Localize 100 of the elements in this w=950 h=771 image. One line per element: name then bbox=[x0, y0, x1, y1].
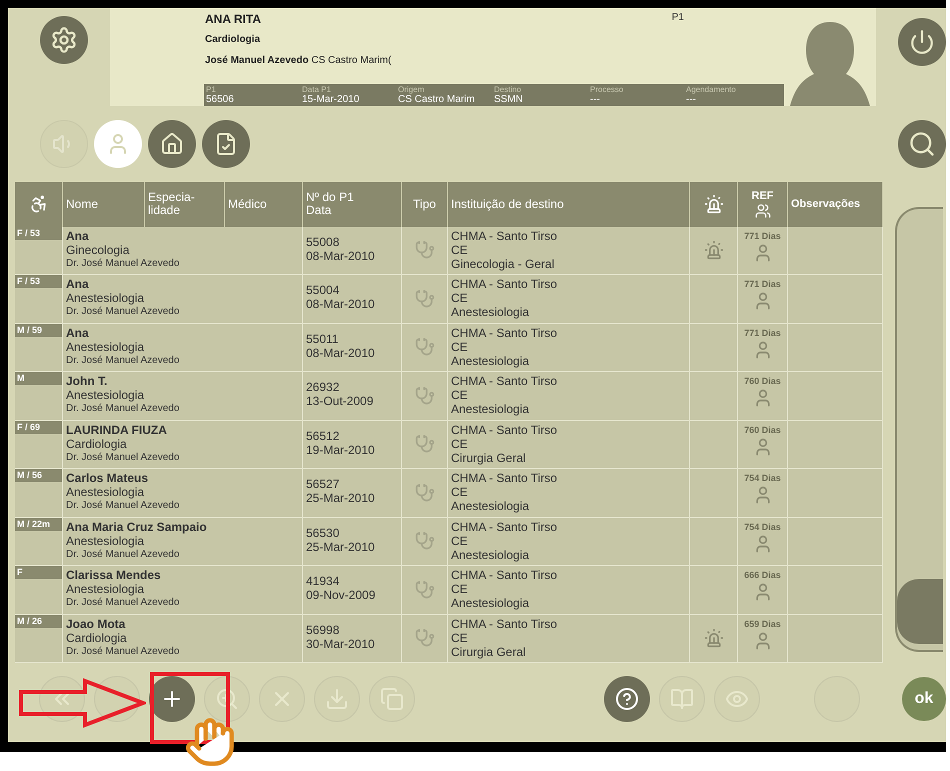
column-header: Médico bbox=[225, 182, 303, 227]
column-header: Tipo bbox=[402, 182, 448, 227]
download-icon bbox=[325, 686, 349, 710]
patient-name: John T. bbox=[66, 374, 108, 388]
column-header: Especia- lidade bbox=[145, 182, 225, 227]
service-text: Anestesiologia bbox=[451, 402, 530, 416]
sex-age-badge: M / 22m bbox=[15, 518, 62, 531]
consult-type: CE bbox=[451, 242, 469, 257]
patient-name: Joao Mota bbox=[66, 616, 126, 631]
p1-number: 41934 bbox=[306, 574, 340, 588]
stethoscope-icon bbox=[414, 482, 434, 503]
ref-label: REF bbox=[752, 190, 774, 203]
patient-name: Ana bbox=[66, 277, 90, 292]
power-button[interactable] bbox=[898, 18, 946, 66]
patient-name: Ana bbox=[66, 326, 90, 340]
p1-date: 08-Mar-2010 bbox=[306, 248, 376, 263]
institution-text: CHMA - Santo Tirso bbox=[451, 277, 558, 292]
p1-number: 55011 bbox=[306, 332, 340, 346]
field-label: Processo bbox=[590, 85, 624, 94]
sex-age-badge: F bbox=[15, 566, 62, 580]
sex-age-badge: M / 56 bbox=[15, 469, 62, 482]
scrollbar-track[interactable] bbox=[895, 206, 943, 652]
days-count: 659 Dias bbox=[744, 618, 781, 631]
institution-text: CHMA - Santo Tirso bbox=[451, 228, 558, 243]
p1-date: 13-Out-2009 bbox=[306, 394, 374, 408]
p1-number: 55008 bbox=[306, 234, 340, 249]
book-icon bbox=[670, 686, 694, 710]
help-button[interactable] bbox=[604, 676, 650, 722]
days-count: 771 Dias bbox=[744, 326, 781, 340]
stethoscope-icon bbox=[414, 240, 434, 260]
field-label: Origem bbox=[398, 85, 426, 94]
days-count: 771 Dias bbox=[744, 278, 781, 292]
patient-name: Clarissa Mendes bbox=[66, 568, 162, 582]
specialty-text: Anestesiologia bbox=[66, 485, 146, 500]
institution-text: CHMA - Santo Tirso bbox=[451, 374, 558, 388]
p1-label: P1 bbox=[672, 12, 684, 25]
doctor-name: Dr. José Manuel Azevedo bbox=[66, 354, 180, 368]
field-value: --- bbox=[590, 94, 601, 105]
p1-number: 26932 bbox=[306, 380, 340, 394]
consult-type: CE bbox=[451, 534, 469, 548]
field-value: --- bbox=[686, 94, 697, 105]
power-icon bbox=[909, 29, 935, 55]
stethoscope-icon bbox=[414, 288, 434, 309]
days-count: 754 Dias bbox=[744, 520, 781, 534]
p1-date: 08-Mar-2010 bbox=[306, 297, 376, 312]
doctor-name: Dr. José Manuel Azevedo bbox=[66, 596, 180, 610]
settings-button[interactable] bbox=[40, 16, 88, 64]
question-icon bbox=[615, 686, 639, 710]
institution-text: CHMA - Santo Tirso bbox=[451, 520, 558, 534]
field-label: Data P1 bbox=[302, 85, 332, 94]
field-value: CS Castro Marim bbox=[398, 94, 476, 105]
search-button[interactable] bbox=[898, 120, 946, 168]
p1-number: 56512 bbox=[306, 428, 340, 443]
specialty-text: Anestesiologia bbox=[66, 340, 146, 354]
specialty-text: Cardiologia bbox=[205, 34, 262, 45]
scrollbar-thumb[interactable] bbox=[897, 578, 943, 644]
service-text: Anestesiologia bbox=[451, 499, 530, 514]
ok-button[interactable]: ok bbox=[902, 676, 946, 720]
field-label: Agendamento bbox=[686, 85, 737, 94]
documents-view-button[interactable] bbox=[202, 120, 250, 168]
days-count: 760 Dias bbox=[744, 375, 781, 388]
doctor-name: Dr. José Manuel Azevedo bbox=[66, 450, 180, 465]
p1-date: 19-Mar-2010 bbox=[306, 442, 376, 457]
sex-age-badge: M / 59 bbox=[15, 324, 62, 337]
column-header: Instituição de destino bbox=[448, 182, 690, 227]
field-label: P1 bbox=[206, 85, 217, 94]
institution-text: CHMA - Santo Tirso bbox=[451, 568, 558, 582]
service-text: Anestesiologia bbox=[451, 305, 530, 320]
doctor-name: Dr. José Manuel Azevedo bbox=[66, 644, 180, 659]
sex-age-badge: M bbox=[15, 372, 62, 386]
patient-name: Ana bbox=[66, 228, 90, 243]
doctor-name: Dr. José Manuel Azevedo bbox=[66, 402, 180, 416]
consult-type: CE bbox=[451, 388, 469, 402]
house-icon bbox=[160, 132, 184, 156]
column-header: Nome bbox=[63, 182, 145, 227]
column-header: Nº do P1 Data bbox=[303, 182, 402, 227]
stethoscope-icon bbox=[414, 628, 434, 648]
search-icon bbox=[908, 130, 936, 158]
service-text: Cirurgia Geral bbox=[451, 450, 527, 465]
consult-type: CE bbox=[451, 582, 469, 596]
stethoscope-icon bbox=[414, 434, 434, 454]
doctor-name: Dr. José Manuel Azevedo bbox=[66, 305, 180, 320]
home-view-button[interactable] bbox=[148, 120, 196, 168]
days-count: 666 Dias bbox=[744, 569, 781, 582]
p1-number: 56527 bbox=[306, 477, 340, 492]
service-text: Cirurgia Geral bbox=[451, 644, 527, 659]
service-text: Anestesiologia bbox=[451, 596, 530, 610]
sex-age-badge: F / 69 bbox=[15, 420, 62, 434]
doctor-name: Dr. José Manuel Azevedo bbox=[66, 256, 180, 271]
field-label: Destino bbox=[494, 85, 522, 94]
patient-name: Carlos Mateus bbox=[66, 471, 150, 486]
service-text: Ginecologia - Geral bbox=[451, 256, 556, 271]
doctor-name: Dr. José Manuel Azevedo bbox=[66, 499, 180, 514]
specialty-text: Anestesiologia bbox=[66, 291, 146, 306]
settings-icon bbox=[50, 26, 78, 54]
specialty-text: Cardiologia bbox=[66, 436, 128, 451]
consult-type: CE bbox=[451, 291, 469, 306]
sex-age-badge: F / 53 bbox=[15, 226, 62, 240]
wheelchair-icon bbox=[28, 194, 48, 214]
p1-date: 09-Nov-2009 bbox=[306, 588, 376, 602]
